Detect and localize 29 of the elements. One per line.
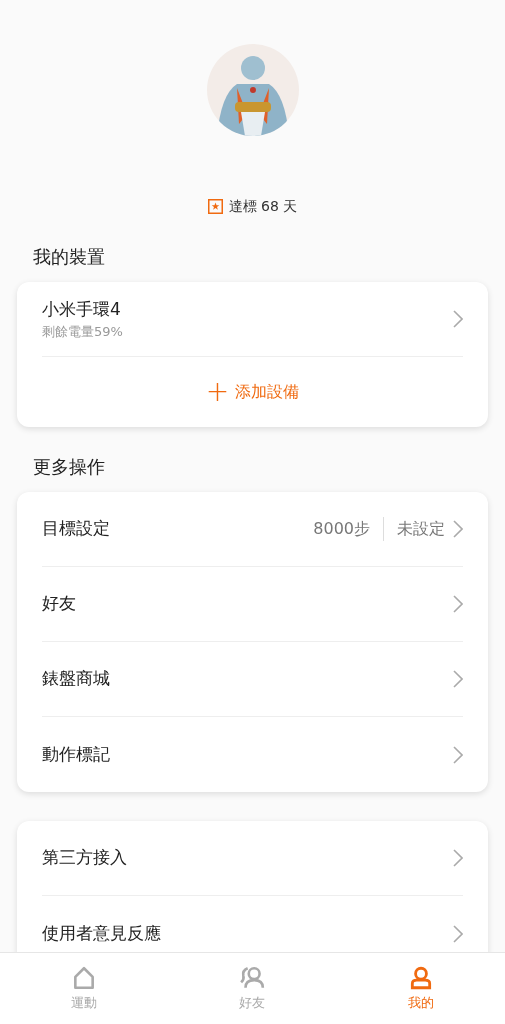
menu-label: 使用者意見反應 xyxy=(42,921,162,945)
menu-label: 好友 xyxy=(42,592,77,616)
chevron-right-icon xyxy=(453,520,463,538)
status-text: 未設定 xyxy=(397,518,445,540)
chevron-right-icon xyxy=(453,670,463,688)
menu-label: 目標設定 xyxy=(42,517,111,541)
step-goal-value: 8000步 xyxy=(313,518,370,540)
friends-icon xyxy=(239,964,266,991)
battery-text: 剩餘電量59% xyxy=(42,323,124,341)
menu-label: 動作標記 xyxy=(42,742,111,766)
menu-label: 第三方接入 xyxy=(42,846,128,870)
star-badge-icon xyxy=(207,199,223,214)
section-title: 更多操作 xyxy=(32,455,106,479)
device-name: 小米手環4 xyxy=(42,297,122,321)
chevron-right-icon xyxy=(453,595,463,613)
device-row[interactable]: 小米手環4 剩餘電量59% xyxy=(42,282,463,357)
menu-row[interactable]: 動作標記 xyxy=(42,717,463,792)
menu-row[interactable]: 目標設定 8000步 未設定 xyxy=(42,492,463,567)
menu-label: 錶盤商城 xyxy=(42,667,111,691)
section-title: 我的裝置 xyxy=(32,245,106,269)
chevron-right-icon xyxy=(453,849,463,867)
chevron-right-icon xyxy=(453,310,463,328)
menu-row[interactable]: 錶盤商城 xyxy=(42,642,463,717)
menu-row[interactable]: 第三方接入 xyxy=(42,821,463,896)
menu-row[interactable]: 好友 xyxy=(42,567,463,642)
chevron-right-icon xyxy=(453,745,463,764)
chevron-right-icon xyxy=(453,924,463,943)
menu-row[interactable]: 使用者意見反應 xyxy=(42,896,463,952)
goal-days-text: 達標 68 天 xyxy=(228,197,298,216)
